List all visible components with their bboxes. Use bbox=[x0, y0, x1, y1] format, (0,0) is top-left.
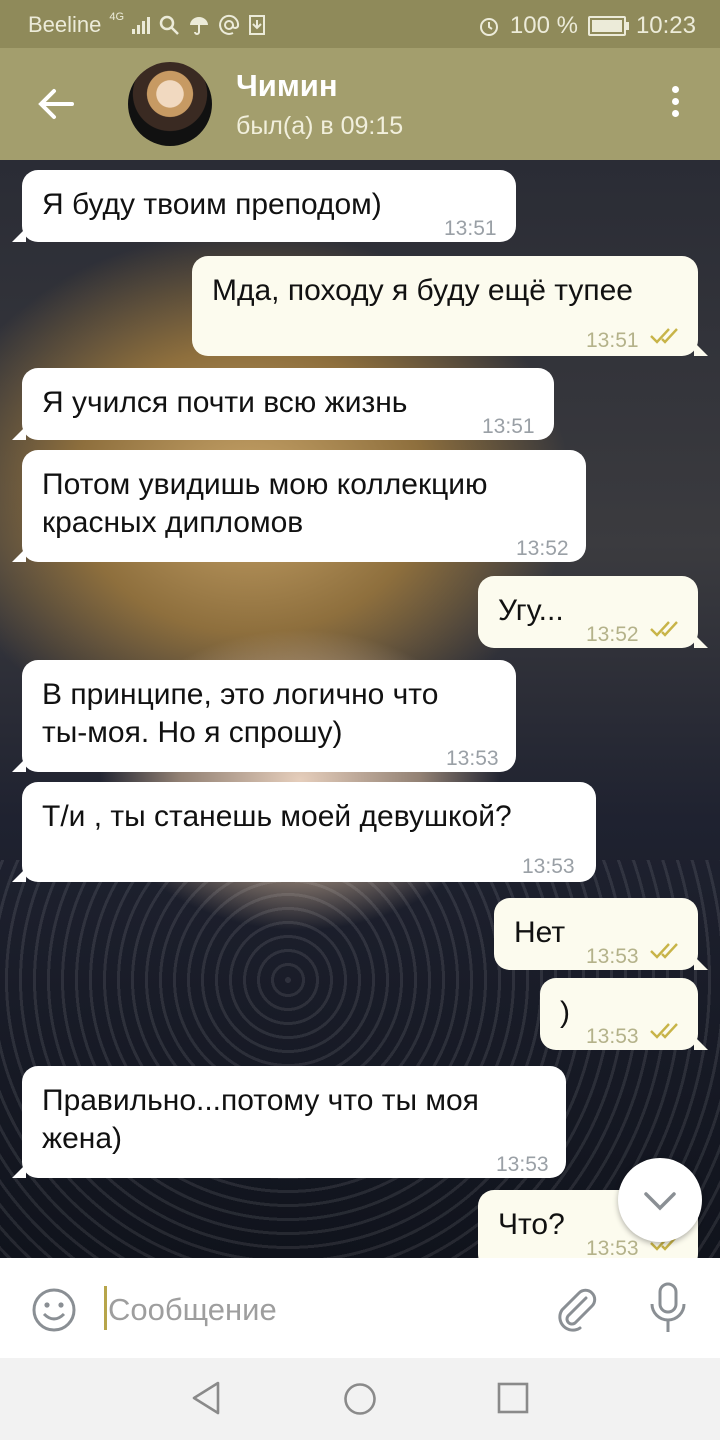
contact-name[interactable]: Чимин bbox=[236, 68, 338, 104]
message-text: Т/и , ты станешь моей девушкой? bbox=[42, 800, 512, 833]
double-check-icon bbox=[650, 1023, 678, 1039]
scroll-down-button[interactable] bbox=[618, 1158, 702, 1242]
message-bubble-outgoing[interactable]: ) 13:53 bbox=[540, 978, 708, 1050]
chat-area[interactable]: Я буду твоим преподом) 13:51 Мда, походу… bbox=[0, 160, 720, 1258]
message-time: 13:52 bbox=[586, 623, 639, 646]
alarm-icon bbox=[479, 18, 498, 36]
message-bubble-outgoing[interactable]: Мда, походу я буду ещё тупее 13:51 bbox=[192, 256, 708, 356]
message-text: Правильно...потому что ты моя жена) bbox=[42, 1084, 479, 1155]
chevron-down-icon bbox=[644, 1192, 676, 1211]
message-bubble-incoming[interactable]: Я буду твоим преподом) 13:51 bbox=[12, 170, 516, 242]
battery-percent: 100 % bbox=[509, 12, 578, 39]
message-input-bar bbox=[0, 1258, 720, 1358]
message-time: 13:53 bbox=[586, 1025, 639, 1048]
message-bubble-incoming[interactable]: Потом увидишь мою коллекцию красных дипл… bbox=[12, 450, 586, 562]
network-type: 4G bbox=[109, 11, 125, 23]
nav-recents-icon[interactable] bbox=[497, 1382, 529, 1414]
chat-header: Чимин был(а) в 09:15 bbox=[0, 48, 720, 160]
message-bubble-incoming[interactable]: В принципе, это логично что ты-моя. Но я… bbox=[12, 660, 516, 772]
microphone-icon[interactable] bbox=[646, 1282, 690, 1334]
double-check-icon bbox=[650, 621, 678, 637]
double-check-icon bbox=[650, 943, 678, 959]
avatar[interactable] bbox=[128, 62, 212, 146]
message-bubble-outgoing[interactable]: Угу... 13:52 bbox=[478, 576, 708, 648]
double-check-icon bbox=[650, 328, 678, 344]
clock: 10:23 bbox=[635, 12, 696, 39]
message-time: 13:53 bbox=[496, 1153, 549, 1176]
message-text: Я учился почти всю жизнь bbox=[42, 386, 408, 419]
system-nav-bar bbox=[0, 1358, 720, 1440]
battery-icon bbox=[587, 16, 629, 36]
nav-home-icon[interactable] bbox=[343, 1382, 377, 1416]
message-text: Мда, походу я буду ещё тупее bbox=[212, 274, 633, 307]
message-time: 13:51 bbox=[586, 329, 639, 352]
message-text: В принципе, это логично что ты-моя. Но я… bbox=[42, 678, 439, 749]
back-arrow-icon[interactable] bbox=[34, 82, 78, 126]
nav-back-icon[interactable] bbox=[190, 1380, 222, 1416]
carrier-name: Beeline bbox=[28, 12, 102, 37]
message-time: 13:51 bbox=[482, 415, 535, 438]
message-time: 13:53 bbox=[586, 945, 639, 968]
message-time: 13:51 bbox=[444, 217, 497, 240]
paperclip-icon[interactable] bbox=[552, 1284, 600, 1332]
at-icon bbox=[219, 14, 240, 35]
message-text: Что? bbox=[498, 1208, 565, 1241]
message-input[interactable] bbox=[106, 1286, 530, 1334]
message-text: Угу... bbox=[498, 594, 564, 627]
emoji-icon[interactable] bbox=[30, 1286, 78, 1334]
search-icon bbox=[159, 15, 179, 35]
message-bubble-incoming[interactable]: Т/и , ты станешь моей девушкой? 13:53 bbox=[12, 782, 596, 882]
message-text: Нет bbox=[514, 916, 566, 949]
signal-icon bbox=[132, 16, 151, 34]
message-time: 13:53 bbox=[522, 855, 575, 878]
message-bubble-incoming[interactable]: Я учился почти всю жизнь 13:51 bbox=[12, 368, 554, 440]
message-text: Потом увидишь мою коллекцию красных дипл… bbox=[42, 468, 488, 539]
download-icon bbox=[249, 15, 266, 35]
status-bar: Beeline 4G 100 % 10:23 bbox=[0, 0, 720, 48]
message-text: Я буду твоим преподом) bbox=[42, 188, 382, 221]
message-time: 13:52 bbox=[516, 537, 569, 560]
message-bubble-outgoing[interactable]: Нет 13:53 bbox=[494, 898, 708, 970]
message-time: 13:53 bbox=[446, 747, 499, 770]
message-bubble-incoming[interactable]: Правильно...потому что ты моя жена) 13:5… bbox=[12, 1066, 566, 1178]
more-vert-icon[interactable] bbox=[672, 86, 680, 126]
last-seen-status: был(а) в 09:15 bbox=[236, 112, 404, 140]
message-text: ) bbox=[560, 996, 570, 1029]
umbrella-icon bbox=[190, 17, 209, 35]
